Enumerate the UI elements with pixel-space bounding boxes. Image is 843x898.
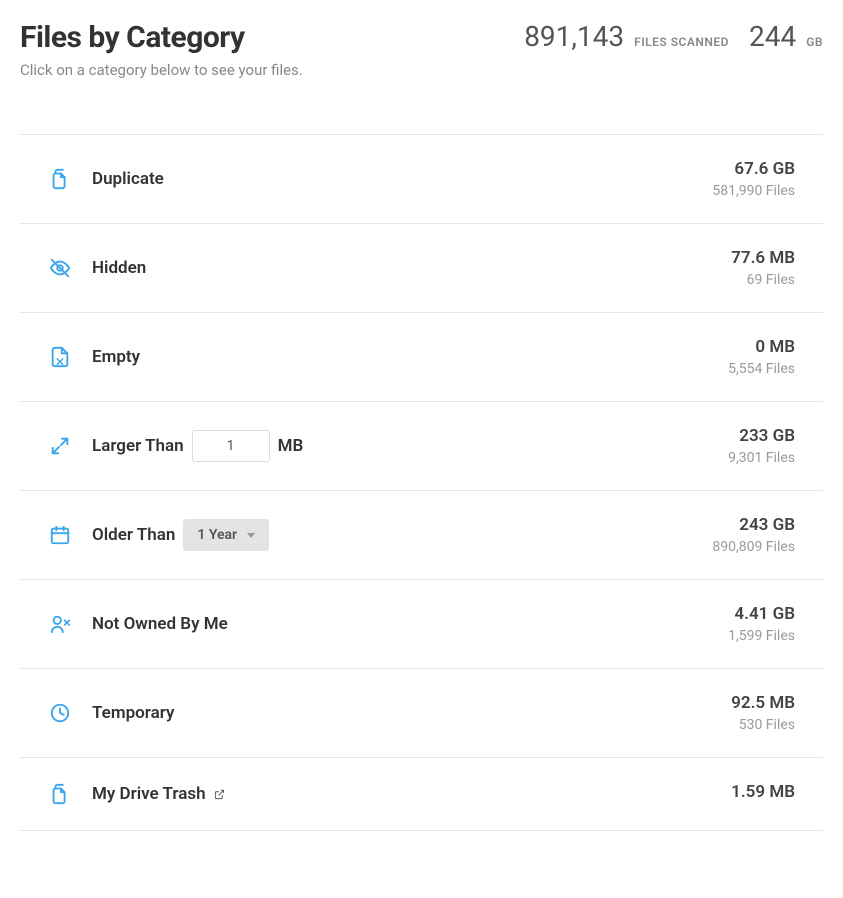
category-files: 5,554 Files bbox=[728, 361, 795, 377]
category-size: 1.59 MB bbox=[731, 782, 795, 802]
category-label-text: Temporary bbox=[92, 703, 174, 723]
duplicate-icon bbox=[48, 167, 72, 191]
category-label-text: Hidden bbox=[92, 258, 146, 278]
category-empty[interactable]: Empty 0 MB 5,554 Files bbox=[20, 313, 823, 402]
category-size: 4.41 GB bbox=[728, 604, 795, 624]
category-files: 1,599 Files bbox=[728, 628, 795, 644]
category-label: Larger Than MB bbox=[92, 430, 728, 462]
category-not-owned[interactable]: Not Owned By Me 4.41 GB 1,599 Files bbox=[20, 580, 823, 669]
expand-icon bbox=[48, 434, 72, 458]
category-stats: 0 MB 5,554 Files bbox=[728, 337, 795, 377]
category-label: My Drive Trash bbox=[92, 784, 731, 804]
category-files: 581,990 Files bbox=[712, 183, 795, 199]
total-size-stat: 244 GB bbox=[749, 20, 823, 53]
category-label: Not Owned By Me bbox=[92, 614, 728, 634]
header: Files by Category 891,143 FILES SCANNED … bbox=[20, 20, 823, 55]
clock-icon bbox=[48, 701, 72, 725]
files-scanned-label: FILES SCANNED bbox=[634, 35, 729, 49]
category-label-text: Empty bbox=[92, 347, 140, 367]
duplicate-icon bbox=[48, 782, 72, 806]
external-link-icon bbox=[214, 789, 225, 800]
total-size-number: 244 bbox=[749, 20, 796, 53]
category-stats: 1.59 MB bbox=[731, 782, 795, 806]
eye-off-icon bbox=[48, 256, 72, 280]
category-stats: 67.6 GB 581,990 Files bbox=[712, 159, 795, 199]
category-size: 67.6 GB bbox=[712, 159, 795, 179]
category-files: 69 Files bbox=[731, 272, 795, 288]
category-duplicate[interactable]: Duplicate 67.6 GB 581,990 Files bbox=[20, 135, 823, 224]
category-stats: 92.5 MB 530 Files bbox=[731, 693, 795, 733]
header-stats: 891,143 FILES SCANNED 244 GB bbox=[524, 20, 823, 53]
category-stats: 4.41 GB 1,599 Files bbox=[728, 604, 795, 644]
category-files: 530 Files bbox=[731, 717, 795, 733]
user-x-icon bbox=[48, 612, 72, 636]
category-files: 890,809 Files bbox=[712, 539, 795, 555]
chevron-down-icon bbox=[247, 533, 255, 538]
page-subtitle: Click on a category below to see your fi… bbox=[20, 61, 823, 79]
category-files: 9,301 Files bbox=[728, 450, 795, 466]
category-larger-than[interactable]: Larger Than MB 233 GB 9,301 Files bbox=[20, 402, 823, 491]
category-stats: 233 GB 9,301 Files bbox=[728, 426, 795, 466]
category-label: Duplicate bbox=[92, 169, 712, 189]
category-label-prefix: Older Than bbox=[92, 525, 175, 545]
files-scanned-number: 891,143 bbox=[524, 20, 624, 53]
category-label-suffix: MB bbox=[278, 436, 304, 456]
category-size: 0 MB bbox=[728, 337, 795, 357]
category-stats: 243 GB 890,809 Files bbox=[712, 515, 795, 555]
category-label-prefix: Larger Than bbox=[92, 436, 184, 456]
file-x-icon bbox=[48, 345, 72, 369]
category-size: 243 GB bbox=[712, 515, 795, 535]
category-stats: 77.6 MB 69 Files bbox=[731, 248, 795, 288]
dropdown-value: 1 Year bbox=[197, 527, 237, 543]
older-than-dropdown[interactable]: 1 Year bbox=[183, 519, 269, 551]
page-title: Files by Category bbox=[20, 20, 245, 55]
category-list: Duplicate 67.6 GB 581,990 Files Hidden 7… bbox=[20, 134, 823, 831]
category-size: 77.6 MB bbox=[731, 248, 795, 268]
category-label-text: Not Owned By Me bbox=[92, 614, 228, 634]
category-label: Older Than 1 Year bbox=[92, 519, 712, 551]
category-hidden[interactable]: Hidden 77.6 MB 69 Files bbox=[20, 224, 823, 313]
category-label-text: My Drive Trash bbox=[92, 784, 206, 804]
category-label: Temporary bbox=[92, 703, 731, 723]
files-scanned-stat: 891,143 FILES SCANNED bbox=[524, 20, 729, 53]
category-label: Hidden bbox=[92, 258, 731, 278]
category-trash[interactable]: My Drive Trash 1.59 MB bbox=[20, 758, 823, 831]
category-temporary[interactable]: Temporary 92.5 MB 530 Files bbox=[20, 669, 823, 758]
larger-than-input[interactable] bbox=[192, 430, 270, 462]
category-older-than[interactable]: Older Than 1 Year 243 GB 890,809 Files bbox=[20, 491, 823, 580]
category-label: Empty bbox=[92, 347, 728, 367]
category-label-text: Duplicate bbox=[92, 169, 164, 189]
calendar-icon bbox=[48, 523, 72, 547]
total-size-unit: GB bbox=[806, 35, 823, 49]
category-size: 233 GB bbox=[728, 426, 795, 446]
category-size: 92.5 MB bbox=[731, 693, 795, 713]
